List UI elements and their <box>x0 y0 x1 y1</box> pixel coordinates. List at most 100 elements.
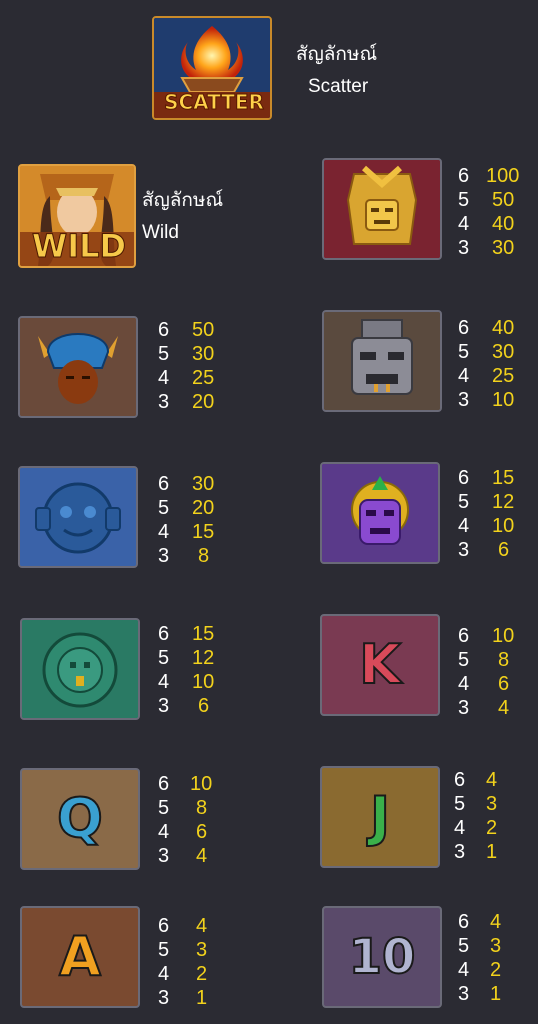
paytable-ten: 64 53 42 31 <box>458 910 538 1006</box>
pay-count: 5 <box>158 497 170 519</box>
pay-count: 6 <box>158 319 170 341</box>
pay-multiplier: 3 <box>196 939 208 961</box>
pay-multiplier: 4 <box>498 697 510 719</box>
paytable-gold-mask: 6 100 5 50 4 40 3 30 <box>458 164 538 260</box>
j-letter-icon: J <box>369 785 391 848</box>
symbol-tile-blue-medallion <box>18 466 138 568</box>
pay-multiplier: 30 <box>192 473 215 495</box>
pay-count: 4 <box>458 213 470 235</box>
q-letter-icon: Q <box>56 787 104 850</box>
pay-multiplier: 25 <box>492 365 515 387</box>
pay-multiplier: 40 <box>492 213 515 235</box>
pay-count: 4 <box>158 671 170 693</box>
pay-multiplier: 2 <box>196 963 208 985</box>
blue-headdress-icon <box>20 318 136 416</box>
pay-multiplier: 4 <box>196 845 208 867</box>
paytable-purple-mask: 6 15 5 12 4 10 3 6 <box>458 466 538 562</box>
pay-count: 6 <box>158 623 170 645</box>
pay-count: 5 <box>158 647 170 669</box>
pay-count: 4 <box>158 963 170 985</box>
pay-count: 6 <box>158 773 170 795</box>
paytable-blue-medallion: 6 30 5 20 4 15 3 8 <box>158 472 238 568</box>
pay-multiplier: 6 <box>196 821 208 843</box>
pay-count: 3 <box>158 695 170 717</box>
pay-multiplier: 20 <box>192 497 215 519</box>
pay-multiplier: 3 <box>486 793 498 815</box>
pay-count: 3 <box>458 237 470 259</box>
symbol-tile-blue-headdress <box>18 316 138 418</box>
paytable-stone-mask: 6 40 5 30 4 25 3 10 <box>458 316 538 412</box>
pay-multiplier: 20 <box>192 391 215 413</box>
paytable-k: 6 10 58 46 34 <box>458 624 538 720</box>
pay-multiplier: 2 <box>486 817 498 839</box>
pay-multiplier: 6 <box>498 673 510 695</box>
pay-multiplier: 15 <box>492 467 515 489</box>
paytable-blue-headdress: 6 50 5 30 4 25 3 20 <box>158 318 238 414</box>
pay-multiplier: 12 <box>492 491 515 513</box>
paytable-green-sun-disc: 6 15 5 12 4 10 3 6 <box>158 622 238 718</box>
pay-count: 6 <box>458 165 470 187</box>
pay-multiplier: 10 <box>492 389 515 411</box>
pay-count: 3 <box>158 987 170 1009</box>
pay-multiplier: 6 <box>498 539 510 561</box>
pay-count: 5 <box>458 189 470 211</box>
pay-count: 6 <box>458 317 470 339</box>
pay-count: 5 <box>458 341 470 363</box>
pay-multiplier: 30 <box>492 341 515 363</box>
wild-badge: WILD <box>31 227 127 265</box>
pay-count: 6 <box>158 915 170 937</box>
pay-count: 5 <box>454 793 466 815</box>
pay-multiplier: 30 <box>192 343 215 365</box>
pay-multiplier: 4 <box>486 769 498 791</box>
wild-label-en: Wild <box>142 222 179 243</box>
pay-multiplier: 15 <box>192 623 215 645</box>
pay-count: 4 <box>158 367 170 389</box>
green-sun-disc-icon <box>22 620 138 718</box>
pay-count: 3 <box>458 983 470 1005</box>
symbol-tile-green-sun-disc <box>20 618 140 720</box>
symbol-tile-gold-mask <box>322 158 442 260</box>
pay-count: 6 <box>458 911 470 933</box>
wild-label-th: สัญลักษณ์ <box>142 190 224 211</box>
symbol-tile-a: A <box>20 906 140 1008</box>
symbol-tile-stone-mask <box>322 310 442 412</box>
pay-count: 3 <box>158 845 170 867</box>
pay-multiplier: 4 <box>196 915 208 937</box>
pay-multiplier: 8 <box>498 649 510 671</box>
scatter-symbol-tile: SCATTER <box>152 16 272 120</box>
pay-multiplier: 1 <box>490 983 502 1005</box>
pay-count: 6 <box>454 769 466 791</box>
pay-multiplier: 8 <box>196 797 208 819</box>
ten-letter-icon: 10 <box>348 929 417 985</box>
wild-symbol-tile: WILD <box>18 164 136 268</box>
pay-count: 5 <box>158 343 170 365</box>
pay-count: 5 <box>158 939 170 961</box>
pay-count: 3 <box>158 545 170 567</box>
scatter-label-en: Scatter <box>308 76 369 97</box>
pay-count: 6 <box>158 473 170 495</box>
pay-multiplier: 15 <box>192 521 215 543</box>
pay-count: 4 <box>458 365 470 387</box>
pay-multiplier: 10 <box>492 625 515 647</box>
stone-mask-icon <box>324 312 440 410</box>
symbol-tile-j: J <box>320 766 440 868</box>
pay-count: 4 <box>158 521 170 543</box>
pay-count: 5 <box>458 935 470 957</box>
pay-count: 3 <box>458 389 470 411</box>
pay-multiplier: 10 <box>192 671 215 693</box>
pay-count: 4 <box>458 959 470 981</box>
pay-multiplier: 8 <box>198 545 210 567</box>
pay-count: 3 <box>158 391 170 413</box>
pay-multiplier: 40 <box>492 317 515 339</box>
blue-medallion-icon <box>20 468 136 566</box>
pay-multiplier: 6 <box>198 695 210 717</box>
paytable-q: 6 10 58 46 34 <box>158 772 238 868</box>
pay-count: 3 <box>458 539 470 561</box>
pay-multiplier: 30 <box>492 237 515 259</box>
scatter-badge: SCATTER <box>164 90 265 114</box>
pay-multiplier: 3 <box>490 935 502 957</box>
pay-count: 3 <box>458 697 470 719</box>
pay-multiplier: 1 <box>196 987 208 1009</box>
pay-count: 6 <box>458 625 470 647</box>
pay-count: 5 <box>458 649 470 671</box>
